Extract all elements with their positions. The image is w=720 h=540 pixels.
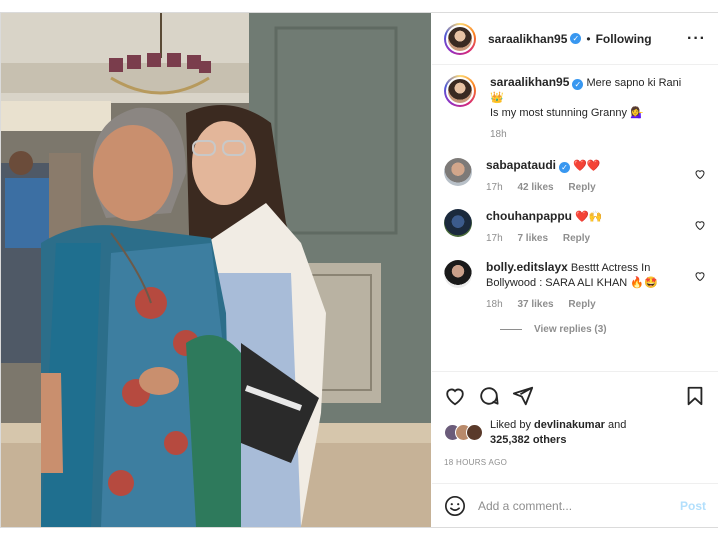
- separator-dot: •: [586, 31, 591, 46]
- commenter-avatar[interactable]: [444, 260, 472, 288]
- view-replies-label: View replies (3): [534, 324, 607, 335]
- caption-line-1: Mere sapno ki Rani: [586, 77, 682, 89]
- liker-avatars[interactable]: [444, 424, 486, 442]
- reply-button[interactable]: Reply: [568, 299, 595, 310]
- comment-icon[interactable]: [478, 385, 500, 407]
- comment-time[interactable]: 18h: [486, 299, 503, 310]
- caption-username[interactable]: saraalikhan95: [490, 75, 569, 89]
- liked-by-others[interactable]: 325,382 others: [490, 434, 566, 446]
- comment-username[interactable]: sabapataudi: [486, 158, 556, 172]
- add-comment-bar: Add a comment... Post: [432, 483, 718, 527]
- comment-likes[interactable]: 37 likes: [517, 299, 553, 310]
- comment-time[interactable]: 17h: [486, 182, 503, 193]
- post-sidebar: saraalikhan95 ✓ • Following ··· saraalik…: [432, 13, 718, 527]
- comment-emoji: 🔥🤩: [630, 277, 658, 289]
- comment-username[interactable]: chouhanpappu: [486, 209, 572, 223]
- more-options-icon[interactable]: ···: [687, 30, 706, 48]
- reply-button[interactable]: Reply: [568, 182, 595, 193]
- liked-by-and: and: [608, 419, 627, 431]
- like-comment-heart-icon[interactable]: [694, 219, 706, 231]
- woman-tipping-hand-emoji: 💁‍♀️: [630, 107, 644, 119]
- author-info: saraalikhan95 ✓ • Following: [488, 32, 652, 46]
- action-icons-row: [444, 384, 706, 408]
- like-comment-heart-icon[interactable]: [694, 270, 706, 282]
- comment-input[interactable]: Add a comment...: [478, 499, 680, 513]
- heart-icon[interactable]: [444, 385, 466, 407]
- post-actions: Liked by devlinakumar and 325,382 others…: [432, 371, 718, 467]
- likes-summary: Liked by devlinakumar and 325,382 others: [444, 418, 706, 448]
- comment-likes[interactable]: 7 likes: [517, 233, 548, 244]
- comments-list: saraalikhan95 ✓ Mere sapno ki Rani 👑 Is m…: [432, 65, 718, 371]
- liked-by-user[interactable]: devlinakumar: [534, 419, 605, 431]
- following-button[interactable]: Following: [596, 32, 652, 46]
- bookmark-icon[interactable]: [684, 385, 706, 407]
- post-comment-button[interactable]: Post: [680, 499, 706, 513]
- like-comment-heart-icon[interactable]: [694, 168, 706, 180]
- post-timestamp[interactable]: 18 HOURS AGO: [444, 458, 706, 467]
- comment-item: sabapataudi ✓ ❤️❤️ 17h 42 likes Reply: [444, 158, 706, 195]
- verified-badge-icon: ✓: [559, 162, 571, 173]
- post-photo[interactable]: [1, 13, 431, 527]
- view-replies-button[interactable]: View replies (3): [500, 324, 706, 335]
- photo-illustration: [1, 13, 431, 527]
- replies-divider-line: [500, 329, 522, 330]
- liked-by-prefix: Liked by: [490, 419, 531, 431]
- caption-line-2: Is my most stunning Granny: [490, 107, 627, 119]
- comment-emoji: ❤️❤️: [573, 160, 601, 172]
- commenter-avatar[interactable]: [444, 209, 472, 237]
- author-avatar[interactable]: [444, 22, 476, 55]
- share-icon[interactable]: [512, 385, 534, 407]
- comment-item: chouhanpappu ❤️🙌 17h 7 likes Reply: [444, 209, 706, 246]
- caption: saraalikhan95 ✓ Mere sapno ki Rani 👑 Is m…: [444, 75, 706, 142]
- reply-button[interactable]: Reply: [563, 233, 590, 244]
- comment-likes[interactable]: 42 likes: [517, 182, 553, 193]
- caption-time[interactable]: 18h: [490, 129, 507, 140]
- verified-badge-icon: ✓: [570, 33, 582, 44]
- comment-emoji: ❤️🙌: [575, 211, 603, 223]
- comment-username[interactable]: bolly.editslayx: [486, 260, 568, 274]
- crown-emoji: 👑: [490, 92, 504, 104]
- emoji-picker-icon[interactable]: [444, 495, 466, 517]
- instagram-post-modal: saraalikhan95 ✓ • Following ··· saraalik…: [0, 12, 718, 528]
- author-username[interactable]: saraalikhan95: [488, 32, 567, 46]
- post-header: saraalikhan95 ✓ • Following ···: [432, 13, 718, 65]
- comment-time[interactable]: 17h: [486, 233, 503, 244]
- caption-avatar[interactable]: [444, 75, 476, 107]
- comment-item: bolly.editslayx Besttt Actress In Bollyw…: [444, 260, 706, 312]
- verified-badge-icon: ✓: [572, 79, 584, 90]
- commenter-avatar[interactable]: [444, 158, 472, 186]
